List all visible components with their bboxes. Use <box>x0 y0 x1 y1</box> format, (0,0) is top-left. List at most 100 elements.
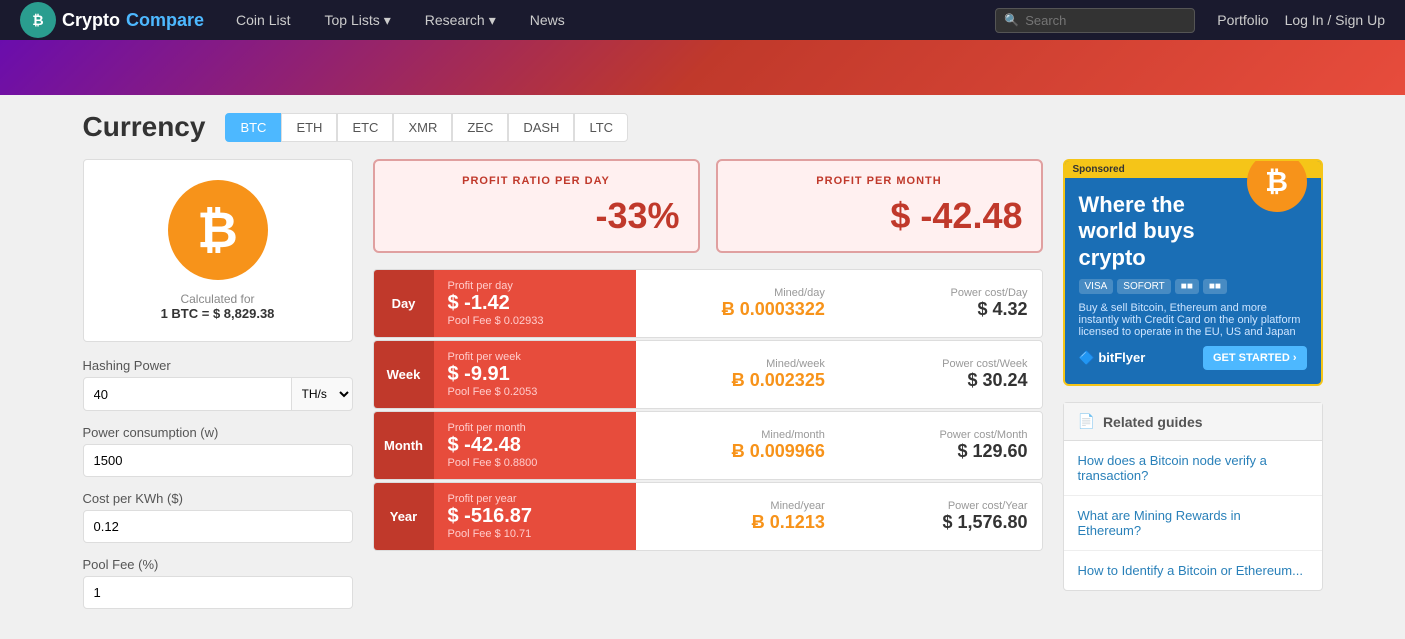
brand-compare: Compare <box>126 10 204 31</box>
power-consumption-label: Power consumption (w) <box>83 425 353 440</box>
mined-label-1: Mined/week <box>650 358 825 370</box>
profit-cell-1: Profit per week $ -9.91 Pool Fee $ 0.205… <box>434 341 637 408</box>
banner-strip <box>0 40 1405 95</box>
data-row-month: Month Profit per month $ -42.48 Pool Fee… <box>373 411 1043 480</box>
mined-value-2: Ƀ 0.009966 <box>650 441 825 462</box>
nav-news[interactable]: News <box>518 12 577 28</box>
page-title: Currency <box>83 111 206 143</box>
currency-tab-btc[interactable]: BTC <box>225 113 281 142</box>
profit-value-2: $ -42.48 <box>448 434 623 457</box>
currency-tabs: BTCETHETCXMRZECDASHLTC <box>225 113 628 142</box>
period-cell-1: Week <box>374 341 434 408</box>
power-cell-2: Power cost/Month $ 129.60 <box>839 412 1042 479</box>
guide-link-1[interactable]: What are Mining Rewards in Ethereum? <box>1064 496 1322 551</box>
period-cell-0: Day <box>374 270 434 337</box>
power-value-3: $ 1,576.80 <box>853 512 1028 533</box>
profit-month-value: $ -42.48 <box>736 195 1023 237</box>
ad-card: Sponsored ₿ Where the world buys crypto … <box>1063 159 1323 386</box>
related-guides-header: 📄 Related guides <box>1064 403 1322 441</box>
profit-cell-3: Profit per year $ -516.87 Pool Fee $ 10.… <box>434 483 637 550</box>
content-grid: ₿ Calculated for 1 BTC = $ 8,829.38 Hash… <box>83 159 1323 623</box>
pool-fee-input[interactable] <box>83 576 353 609</box>
brand-logo: ₿ <box>20 2 56 38</box>
guide-link-2[interactable]: How to Identify a Bitcoin or Ethereum... <box>1064 551 1322 590</box>
related-guides-title: Related guides <box>1103 414 1203 430</box>
profit-value-0: $ -1.42 <box>448 292 623 315</box>
mined-value-1: Ƀ 0.002325 <box>650 370 825 391</box>
hashing-power-group: Hashing Power TH/s GH/s MH/s <box>83 358 353 411</box>
hashing-power-input[interactable] <box>83 377 292 411</box>
power-value-1: $ 30.24 <box>853 370 1028 391</box>
ad-content: ₿ Where the world buys crypto VISA SOFOR… <box>1065 178 1321 384</box>
profit-month-card: PROFIT PER MONTH $ -42.48 <box>716 159 1043 253</box>
ad-logo: 🔷 bitFlyer <box>1079 350 1146 366</box>
power-consumption-group: Power consumption (w) <box>83 425 353 477</box>
power-label-0: Power cost/Day <box>853 287 1028 299</box>
nav-coin-list[interactable]: Coin List <box>224 12 302 28</box>
profit-value-1: $ -9.91 <box>448 363 623 386</box>
currency-tab-ltc[interactable]: LTC <box>574 113 628 142</box>
profit-label-2: Profit per month <box>448 422 623 434</box>
nav-right: Portfolio Log In / Sign Up <box>1217 12 1385 28</box>
cost-per-kwh-group: Cost per KWh ($) <box>83 491 353 543</box>
data-row-week: Week Profit per week $ -9.91 Pool Fee $ … <box>373 340 1043 409</box>
mined-value-3: Ƀ 0.1213 <box>650 512 825 533</box>
search-input[interactable] <box>1025 13 1186 28</box>
currency-tab-xmr[interactable]: XMR <box>393 113 452 142</box>
related-guides-card: 📄 Related guides How does a Bitcoin node… <box>1063 402 1323 591</box>
mined-cell-1: Mined/week Ƀ 0.002325 <box>636 341 839 408</box>
ad-badge-other2: ■■ <box>1203 279 1227 294</box>
portfolio-link[interactable]: Portfolio <box>1217 12 1268 28</box>
mined-value-0: Ƀ 0.0003322 <box>650 299 825 320</box>
data-row-day: Day Profit per day $ -1.42 Pool Fee $ 0.… <box>373 269 1043 338</box>
profit-fee-2: Pool Fee $ 0.8800 <box>448 457 623 469</box>
power-cell-3: Power cost/Year $ 1,576.80 <box>839 483 1042 550</box>
profit-label-3: Profit per year <box>448 493 623 505</box>
profit-fee-1: Pool Fee $ 0.2053 <box>448 386 623 398</box>
ad-cta-button[interactable]: GET STARTED › <box>1203 346 1307 370</box>
ad-footer: 🔷 bitFlyer GET STARTED › <box>1079 346 1307 370</box>
period-cell-3: Year <box>374 483 434 550</box>
auth-link[interactable]: Log In / Sign Up <box>1285 12 1385 28</box>
coin-card: ₿ Calculated for 1 BTC = $ 8,829.38 <box>83 159 353 342</box>
mined-cell-2: Mined/month Ƀ 0.009966 <box>636 412 839 479</box>
mined-label-3: Mined/year <box>650 500 825 512</box>
profit-ratio-label: PROFIT RATIO PER DAY <box>393 175 680 187</box>
data-row-year: Year Profit per year $ -516.87 Pool Fee … <box>373 482 1043 551</box>
power-label-2: Power cost/Month <box>853 429 1028 441</box>
profit-ratio-value: -33% <box>393 195 680 237</box>
currency-tab-etc[interactable]: ETC <box>337 113 393 142</box>
right-panel: Sponsored ₿ Where the world buys crypto … <box>1063 159 1323 623</box>
cost-per-kwh-input[interactable] <box>83 510 353 543</box>
period-cell-2: Month <box>374 412 434 479</box>
currency-tab-zec[interactable]: ZEC <box>452 113 508 142</box>
search-icon: 🔍 <box>1004 13 1019 27</box>
profit-ratio-card: PROFIT RATIO PER DAY -33% <box>373 159 700 253</box>
power-consumption-input[interactable] <box>83 444 353 477</box>
brand: ₿ Crypto Compare <box>20 2 204 38</box>
ad-description: Buy & sell Bitcoin, Ethereum and more in… <box>1079 302 1307 338</box>
currency-header: Currency BTCETHETCXMRZECDASHLTC <box>83 111 1323 143</box>
profit-label-1: Profit per week <box>448 351 623 363</box>
hashing-unit-select[interactable]: TH/s GH/s MH/s <box>292 377 353 411</box>
profit-value-3: $ -516.87 <box>448 505 623 528</box>
nav-research[interactable]: Research ▾ <box>413 12 508 29</box>
power-label-3: Power cost/Year <box>853 500 1028 512</box>
search-box[interactable]: 🔍 <box>995 8 1195 33</box>
nav-top-lists[interactable]: Top Lists ▾ <box>313 12 403 29</box>
power-value-2: $ 129.60 <box>853 441 1028 462</box>
ad-badges: VISA SOFORT ■■ ■■ <box>1079 279 1307 294</box>
coin-icon: ₿ <box>168 180 268 280</box>
currency-tab-dash[interactable]: DASH <box>508 113 574 142</box>
pool-fee-label: Pool Fee (%) <box>83 557 353 572</box>
svg-text:₿: ₿ <box>32 12 43 28</box>
ad-badge-other1: ■■ <box>1175 279 1199 294</box>
guide-link-0[interactable]: How does a Bitcoin node verify a transac… <box>1064 441 1322 496</box>
coin-calc-value: 1 BTC = $ 8,829.38 <box>104 306 332 321</box>
brand-crypto: Crypto <box>62 10 120 31</box>
currency-tab-eth[interactable]: ETH <box>281 113 337 142</box>
profit-fee-3: Pool Fee $ 10.71 <box>448 528 623 540</box>
pool-fee-group: Pool Fee (%) <box>83 557 353 609</box>
power-cell-0: Power cost/Day $ 4.32 <box>839 270 1042 337</box>
main-content: Currency BTCETHETCXMRZECDASHLTC ₿ Calcul… <box>63 95 1343 639</box>
